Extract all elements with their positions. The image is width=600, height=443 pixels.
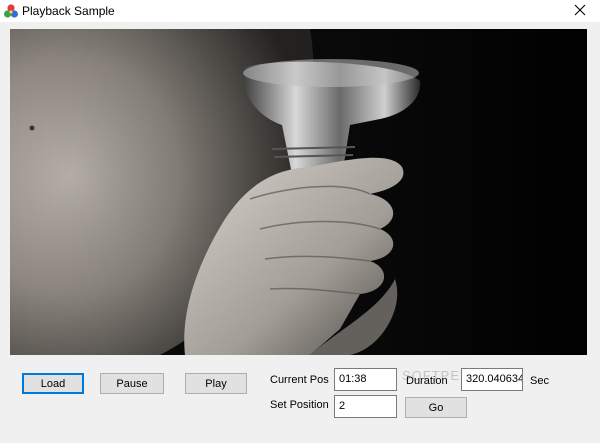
window-title: Playback Sample bbox=[22, 4, 115, 18]
close-button[interactable] bbox=[560, 0, 600, 22]
sec-label: Sec bbox=[530, 375, 549, 387]
set-position-label: Set Position bbox=[270, 399, 329, 411]
current-pos-field[interactable]: 01:38 bbox=[334, 368, 397, 391]
pause-button[interactable]: Pause bbox=[100, 373, 164, 394]
duration-label: Duration bbox=[406, 375, 448, 387]
set-position-field[interactable]: 2 bbox=[334, 395, 397, 418]
app-icon bbox=[3, 3, 19, 19]
title-bar[interactable]: Playback Sample bbox=[0, 0, 600, 22]
go-button[interactable]: Go bbox=[405, 397, 467, 418]
video-display bbox=[10, 29, 587, 355]
current-pos-label: Current Pos bbox=[270, 374, 329, 386]
playback-sample-window: Playback Sample Load Pause Play Current … bbox=[0, 0, 600, 443]
play-button[interactable]: Play bbox=[185, 373, 247, 394]
duration-field[interactable]: 320.0406349 bbox=[461, 368, 523, 391]
load-button[interactable]: Load bbox=[22, 373, 84, 394]
close-icon bbox=[574, 4, 586, 19]
